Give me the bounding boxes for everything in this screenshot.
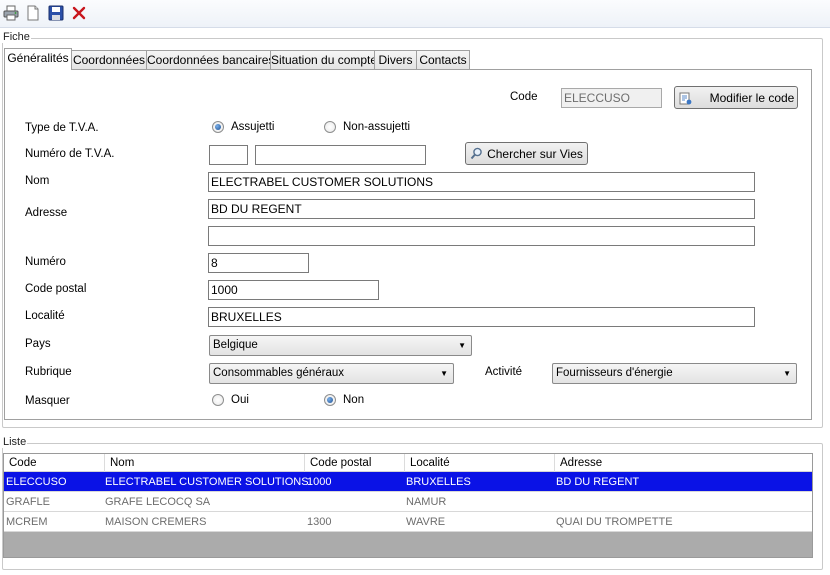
- tab-divers[interactable]: Divers: [374, 50, 417, 69]
- cell-code: GRAFLE: [6, 496, 51, 508]
- tva-type-label: Type de T.V.A.: [25, 122, 99, 134]
- cell-adresse: QUAI DU TROMPETTE: [556, 516, 673, 528]
- tab-situation-du-compte[interactable]: Situation du compte: [270, 50, 377, 69]
- cell-localite: BRUXELLES: [406, 476, 471, 488]
- country-select-value: Belgique: [213, 339, 258, 351]
- code-field: ELECCUSO: [561, 88, 662, 108]
- column-header-localite[interactable]: Localité: [404, 454, 554, 472]
- cell-code: ELECCUSO: [6, 476, 67, 488]
- radio-assujetti-label: Assujetti: [231, 121, 275, 133]
- search-icon: [470, 147, 482, 160]
- table-row[interactable]: MCREM MAISON CREMERS 1300 WAVRE QUAI DU …: [4, 512, 812, 532]
- new-document-icon[interactable]: [24, 4, 42, 22]
- name-label: Nom: [25, 175, 50, 187]
- table-row[interactable]: GRAFLE GRAFE LECOCQ SA NAMUR: [4, 492, 812, 512]
- liste-group-label: Liste: [2, 436, 28, 448]
- radio-non-assujetti-indicator[interactable]: [324, 121, 336, 133]
- cell-code-postal: 1300: [307, 516, 332, 528]
- radio-assujetti[interactable]: Assujetti: [212, 121, 274, 133]
- hide-label: Masquer: [25, 395, 70, 407]
- tva-number-input[interactable]: [255, 145, 426, 165]
- grid-header: Code Nom Code postal Localité Adresse: [4, 454, 812, 472]
- activity-select[interactable]: Fournisseurs d'énergie ▼: [552, 363, 797, 384]
- column-header-code-postal[interactable]: Code postal: [304, 454, 404, 472]
- column-header-code[interactable]: Code: [4, 454, 104, 472]
- radio-hide-yes-label: Oui: [231, 394, 249, 406]
- delete-icon[interactable]: [70, 4, 88, 22]
- country-select[interactable]: Belgique ▼: [209, 335, 472, 356]
- cell-code: MCREM: [6, 516, 48, 528]
- code-label: Code: [510, 91, 538, 103]
- locality-input[interactable]: BRUXELLES: [208, 307, 755, 327]
- locality-label: Localité: [25, 310, 65, 322]
- cell-nom: ELECTRABEL CUSTOMER SOLUTIONS: [105, 476, 309, 488]
- cell-localite: WAVRE: [406, 516, 446, 528]
- activity-label: Activité: [485, 366, 523, 378]
- toolbar: [0, 0, 830, 28]
- cell-code-postal: 1000: [307, 476, 332, 488]
- cell-adresse: BD DU REGENT: [556, 476, 640, 488]
- fiche-group-label: Fiche: [2, 31, 31, 43]
- vies-search-button[interactable]: Chercher sur Vies: [465, 142, 588, 165]
- chevron-down-icon: ▼: [440, 369, 448, 378]
- address-line-2-input[interactable]: [208, 226, 755, 246]
- address-line-1-input[interactable]: BD DU REGENT: [208, 199, 755, 219]
- tva-number-label: Numéro de T.V.A.: [25, 148, 115, 160]
- tab-coordonnees-bancaires[interactable]: Coordonnées bancaires: [146, 50, 274, 69]
- list-grid[interactable]: Code Nom Code postal Localité Adresse EL…: [3, 453, 813, 558]
- rubric-label: Rubrique: [25, 366, 72, 378]
- radio-hide-yes[interactable]: Oui: [212, 394, 249, 406]
- cell-nom: MAISON CREMERS: [105, 516, 207, 528]
- radio-hide-no[interactable]: Non: [324, 394, 364, 406]
- radio-assujetti-indicator[interactable]: [212, 121, 224, 133]
- address-label: Adresse: [25, 207, 68, 219]
- activity-select-value: Fournisseurs d'énergie: [556, 367, 673, 379]
- country-label: Pays: [25, 338, 51, 350]
- radio-hide-no-label: Non: [343, 394, 365, 406]
- cell-localite: NAMUR: [406, 496, 447, 508]
- number-label: Numéro: [25, 256, 66, 268]
- rubric-select-value: Consommables généraux: [213, 367, 345, 379]
- radio-hide-yes-indicator[interactable]: [212, 394, 224, 406]
- number-input[interactable]: 8: [208, 253, 309, 273]
- chevron-down-icon: ▼: [783, 369, 791, 378]
- chevron-down-icon: ▼: [458, 341, 466, 350]
- column-header-adresse[interactable]: Adresse: [554, 454, 812, 472]
- print-icon[interactable]: [2, 4, 20, 22]
- radio-non-assujetti[interactable]: Non-assujetti: [324, 121, 410, 133]
- cell-nom: GRAFE LECOCQ SA: [105, 496, 211, 508]
- table-row[interactable]: ELECCUSO ELECTRABEL CUSTOMER SOLUTIONS 1…: [4, 472, 812, 492]
- tab-contacts[interactable]: Contacts: [416, 50, 470, 69]
- rubric-select[interactable]: Consommables généraux ▼: [209, 363, 454, 384]
- postal-code-input[interactable]: 1000: [208, 280, 379, 300]
- edit-code-icon: [679, 92, 692, 104]
- tab-generalites[interactable]: Généralités: [4, 48, 72, 70]
- name-input[interactable]: ELECTRABEL CUSTOMER SOLUTIONS: [208, 172, 755, 192]
- tab-coordonnees[interactable]: Coordonnées: [71, 50, 147, 69]
- radio-non-assujetti-label: Non-assujetti: [343, 121, 411, 133]
- modify-code-button-label: Modifier le code: [709, 90, 795, 105]
- postal-code-label: Code postal: [25, 283, 87, 295]
- modify-code-button[interactable]: Modifier le code: [674, 86, 798, 109]
- tva-prefix-input[interactable]: [209, 145, 248, 165]
- vies-search-button-label: Chercher sur Vies: [487, 146, 583, 161]
- save-icon[interactable]: [47, 4, 65, 22]
- column-header-nom[interactable]: Nom: [104, 454, 304, 472]
- radio-hide-no-indicator[interactable]: [324, 394, 336, 406]
